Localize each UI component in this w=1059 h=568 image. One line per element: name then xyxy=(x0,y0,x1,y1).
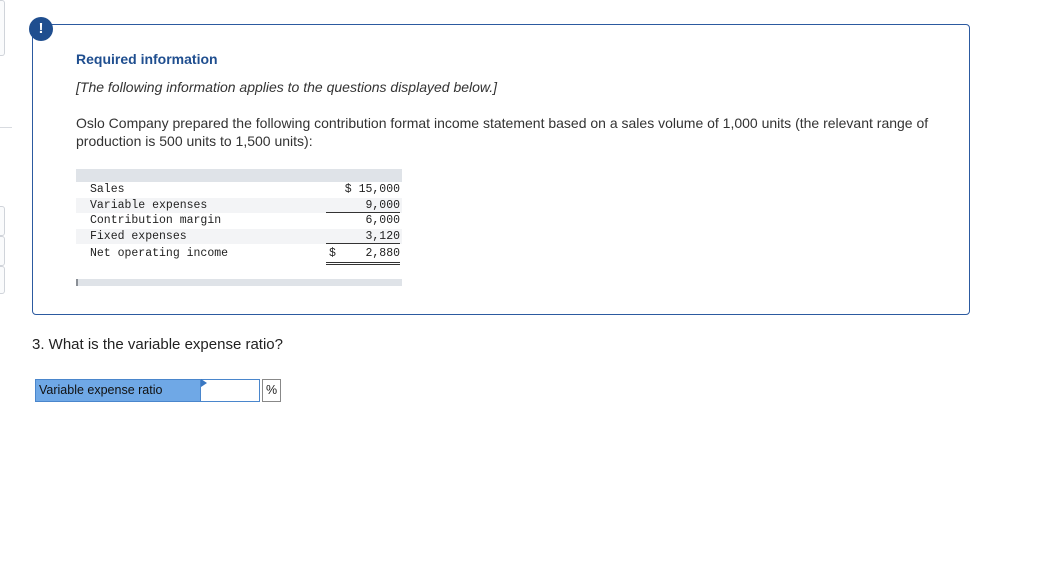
required-information-title: Required information xyxy=(76,51,218,67)
row-label: Sales xyxy=(90,183,125,196)
income-statement-table: Sales $ 15,000 Variable expenses 9,000 C… xyxy=(76,169,402,286)
row-value: 9,000 xyxy=(326,198,400,213)
answer-label: Variable expense ratio xyxy=(35,379,201,402)
edge-panel-fragment-middle xyxy=(0,206,5,236)
edge-panel-fragment-bottom xyxy=(0,266,5,294)
percent-unit-label: % xyxy=(262,379,281,402)
row-value: $ 15,000 xyxy=(344,183,400,196)
input-marker-icon xyxy=(201,379,207,387)
edge-divider xyxy=(0,127,12,128)
info-note: [The following information applies to th… xyxy=(76,79,498,95)
row-label: Variable expenses xyxy=(90,198,208,212)
table-row-contribution-margin: Contribution margin 6,000 xyxy=(76,213,402,229)
table-row-variable-expenses: Variable expenses 9,000 xyxy=(76,197,402,213)
question-text: 3. What is the variable expense ratio? xyxy=(32,336,283,353)
row-value: 2,880 xyxy=(326,244,400,265)
info-paragraph: Oslo Company prepared the following cont… xyxy=(76,115,929,149)
row-label: Contribution margin xyxy=(90,214,222,227)
edge-panel-fragment-lower xyxy=(0,236,5,266)
table-row-fixed-expenses: Fixed expenses 3,120 xyxy=(76,228,402,244)
table-header-bar xyxy=(76,169,402,182)
table-row-sales: Sales $ 15,000 xyxy=(76,182,402,198)
table-footer-bar xyxy=(76,279,402,286)
exclamation-circle-icon: ! xyxy=(29,17,53,41)
row-value: 3,120 xyxy=(326,229,400,244)
row-value: 6,000 xyxy=(365,214,400,227)
variable-expense-ratio-input[interactable] xyxy=(201,379,260,402)
row-label: Fixed expenses xyxy=(90,229,187,243)
answer-row: Variable expense ratio % xyxy=(35,379,281,402)
edge-panel-fragment-top xyxy=(0,0,5,56)
table-row-net-operating-income: Net operating income $ 2,880 xyxy=(76,244,402,265)
required-information-box: Required information [The following info… xyxy=(32,24,970,315)
row-label: Net operating income xyxy=(90,247,229,260)
